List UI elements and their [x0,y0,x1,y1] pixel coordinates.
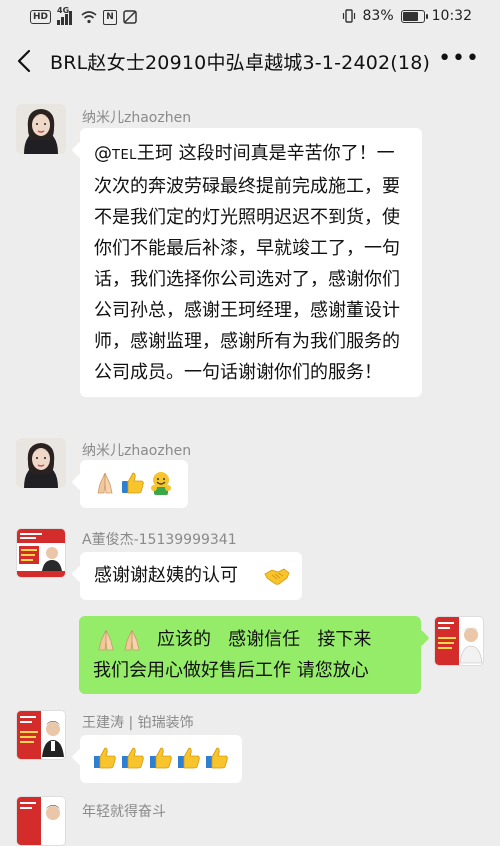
battery-percent: 83% [362,8,394,24]
message-bubble[interactable]: 感谢谢赵姨的认可 [80,552,302,600]
emoji-row [92,745,230,771]
sender-name: 纳米儿zhaozhen [82,443,192,459]
message-text: 我们会用心做好售后工作 请您放心 [93,660,369,681]
battery-icon [400,9,428,23]
hd-badge: HD [30,10,52,24]
status-right: 83% 10:32 [342,8,472,24]
sender-name: 王建涛 | 铂瑞装饰 [82,715,194,731]
avatar-dong[interactable] [16,528,66,578]
status-bar: HD 4G N 83% 10:32 [0,0,500,34]
clock: 10:32 [431,8,472,24]
chat-title: BRL赵女士20910中弘卓越城3-1-2402(18) [50,52,431,74]
vibrate-icon [342,9,355,23]
avatar-wang[interactable] [16,710,66,760]
message-bubble-self[interactable]: 应该的 感谢信任 接下来 我们会用心做好售后工作 请您放心 [79,616,421,694]
thumbs-up-icon [122,747,144,769]
message-bubble[interactable] [80,735,242,783]
thumbs-up-icon [122,472,144,494]
avatar-me[interactable] [434,616,484,666]
thumbs-up-icon [150,747,172,769]
sender-name: 纳米儿zhaozhen [82,110,192,126]
message-bubble[interactable]: @TEL王珂 这段时间真是辛苦你了！一次次的奔波劳碌最终提前完成施工，要不是我们… [80,128,422,397]
mention[interactable]: @TEL [94,143,137,164]
sender-name: A董俊杰-15139999341 [82,532,237,548]
folded-hands-icon [98,629,114,650]
status-left: HD 4G N [30,6,137,25]
avatar-zhaozhen[interactable] [16,104,66,154]
more-dots-icon[interactable]: ••• [438,48,480,70]
thumbs-up-icon [94,747,116,769]
signal-icon: 4G [57,6,75,25]
message-text: 王珂 这段时间真是辛苦你了！一次次的奔波劳碌最终提前完成施工，要不是我们定的灯光… [94,143,400,383]
sender-name: 年轻就得奋斗 [82,804,166,820]
avatar-zhaozhen[interactable] [16,438,66,488]
mute-icon [123,10,137,24]
avatar-nianqing[interactable] [16,796,66,846]
thumbs-up-icon [178,747,200,769]
message-text: 应该的 感谢信任 接下来 [157,629,372,650]
thumbs-up-icon [206,747,228,769]
chat-header: BRL赵女士20910中弘卓越城3-1-2402(18) ••• [0,34,500,90]
folded-hands-icon [97,472,113,494]
handshake-icon [264,568,290,585]
hugging-face-icon [151,472,171,495]
chevron-left-icon[interactable] [14,48,38,74]
wifi-icon [81,11,97,24]
nfc-icon: N [103,9,118,25]
message-bubble[interactable] [80,460,188,508]
folded-hands-icon [124,629,140,650]
message-text: 感谢谢赵姨的认可 [94,565,238,586]
